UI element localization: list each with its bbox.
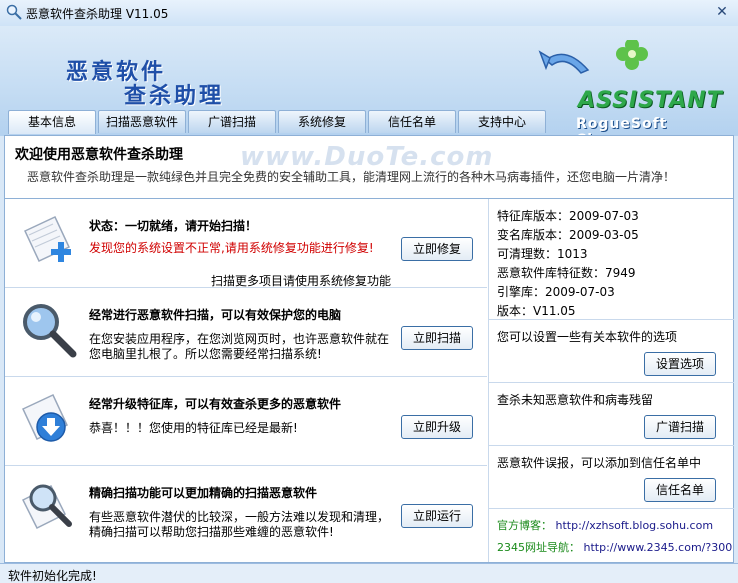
status-row: 状态：一切就绪，请开始扫描！ 发现您的系统设置不正常,请用系统修复功能进行修复!… xyxy=(5,199,487,288)
tab-trust-list[interactable]: 信任名单 xyxy=(368,110,456,133)
broad-scan-hint: 查杀未知恶意软件和病毒残留 xyxy=(497,393,654,407)
broad-scan-section: 查杀未知恶意软件和病毒残留 广谱扫描 xyxy=(489,382,734,445)
signature-db-version: 特征库版本：2009-07-03 xyxy=(497,209,639,223)
status-title: 状态：一切就绪，请开始扫描！ xyxy=(89,219,258,233)
nav-link-row: 2345网址导航： http://www.2345.com/?300 xyxy=(497,539,732,555)
engine-version: 引擎库：2009-07-03 xyxy=(497,285,615,299)
scan-description: 在您安装应用程序，在您浏览网页时，也许恶意软件就在您电脑里扎根了。所以您需要经常… xyxy=(89,332,390,361)
settings-button[interactable]: 设置选项 xyxy=(644,352,716,376)
scan-now-button[interactable]: 立即扫描 xyxy=(401,326,473,350)
scan-title: 经常进行恶意软件扫描，可以有效保护您的电脑 xyxy=(89,308,342,322)
welcome-title: 欢迎使用恶意软件查杀助理 xyxy=(15,147,183,163)
update-title: 经常升级特征库，可以有效查杀更多的恶意软件 xyxy=(89,397,342,411)
scan-row: 经常进行恶意软件扫描，可以有效保护您的电脑 在您安装应用程序，在您浏览网页时，也… xyxy=(5,288,487,377)
tab-basic-info[interactable]: 基本信息 xyxy=(8,110,96,134)
banner-slogan-line2: 查杀助理 xyxy=(124,83,225,109)
download-icon xyxy=(22,394,68,442)
magnifier-app-icon xyxy=(6,4,22,20)
trust-list-section: 恶意软件误报，可以添加到信任名单中 信任名单 xyxy=(489,445,734,508)
precise-scan-row: 精确扫描功能可以更加精确的扫描恶意软件 有些恶意软件潜伏的比较深，一般方法难以发… xyxy=(5,466,487,554)
settings-section: 您可以设置一些有关本软件的选项 设置选项 xyxy=(489,319,734,382)
update-row: 经常升级特征库，可以有效查杀更多的恶意软件 恭喜！！！您使用的特征库已经是最新!… xyxy=(5,377,487,466)
update-status: 恭喜！！！您使用的特征库已经是最新! xyxy=(89,421,298,435)
info-panel: 特征库版本：2009-07-03 变名库版本：2009-03-05 可清理数：1… xyxy=(488,199,734,562)
repair-now-button[interactable]: 立即修复 xyxy=(401,237,473,261)
watermark: www.DuoTe.com xyxy=(240,142,494,172)
window-title: 恶意软件查杀助理 V11.05 xyxy=(26,7,169,21)
close-button[interactable]: ✕ xyxy=(712,4,732,21)
blog-label: 官方博客： xyxy=(497,519,552,532)
status-hint: 扫描更多项目请使用系统修复功能 xyxy=(211,274,392,288)
main-panel: 欢迎使用恶意软件查杀助理 恶意软件查杀助理是一款纯绿色并且完全免费的安全辅助工具… xyxy=(4,135,734,563)
broad-scan-button[interactable]: 广谱扫描 xyxy=(644,415,716,439)
nav-link[interactable]: http://www.2345.com/?300 xyxy=(584,541,733,554)
blog-link-row: 官方博客： http://xzhsoft.blog.sohu.com xyxy=(497,517,713,533)
magnifier-icon xyxy=(23,304,77,358)
links-section: 官方博客： http://xzhsoft.blog.sohu.com 2345网… xyxy=(489,508,734,563)
banner-logo-text: ASSISTANT xyxy=(578,88,723,113)
search-doc-icon xyxy=(21,484,72,530)
settings-hint: 您可以设置一些有关本软件的选项 xyxy=(497,330,678,344)
precise-scan-description: 有些恶意软件潜伏的比较深，一般方法难以发现和清理，精确扫描可以帮助您扫描那些难缠… xyxy=(89,510,390,539)
tab-bar: 基本信息 扫描恶意软件 广谱扫描 系统修复 信任名单 支持中心 xyxy=(8,110,548,134)
blog-link[interactable]: http://xzhsoft.blog.sohu.com xyxy=(556,519,714,532)
title-bar[interactable]: 恶意软件查杀助理 V11.05 ✕ xyxy=(0,0,738,27)
status-warning: 发现您的系统设置不正常,请用系统修复功能进行修复! xyxy=(89,241,374,255)
action-list: 状态：一切就绪，请开始扫描！ 发现您的系统设置不正常,请用系统修复功能进行修复!… xyxy=(5,199,487,562)
tab-support-center[interactable]: 支持中心 xyxy=(458,110,546,133)
trust-list-hint: 恶意软件误报，可以添加到信任名单中 xyxy=(497,456,702,470)
tab-broad-scan[interactable]: 广谱扫描 xyxy=(188,110,276,133)
document-plus-icon xyxy=(24,216,71,262)
app-window: 恶意软件查杀助理 V11.05 ✕ 恶意软件 查杀助理 ASSISTANT Ro… xyxy=(0,0,738,583)
status-text: 软件初始化完成! xyxy=(8,569,97,583)
signature-count: 恶意软件库特征数：7949 xyxy=(497,266,636,280)
rename-db-version: 变名库版本：2009-03-05 xyxy=(497,228,639,242)
status-bar: 软件初始化完成! xyxy=(0,563,738,583)
update-now-button[interactable]: 立即升级 xyxy=(401,415,473,439)
version-info: 特征库版本：2009-07-03 变名库版本：2009-03-05 可清理数：1… xyxy=(497,207,639,321)
nav-label: 2345网址导航： xyxy=(497,541,580,554)
tab-system-repair[interactable]: 系统修复 xyxy=(278,110,366,133)
tab-scan-malware[interactable]: 扫描恶意软件 xyxy=(98,110,186,133)
precise-scan-title: 精确扫描功能可以更加精确的扫描恶意软件 xyxy=(89,486,318,500)
trust-list-button[interactable]: 信任名单 xyxy=(644,478,716,502)
cleanable-count: 可清理数：1013 xyxy=(497,247,588,261)
run-now-button[interactable]: 立即运行 xyxy=(401,504,473,528)
